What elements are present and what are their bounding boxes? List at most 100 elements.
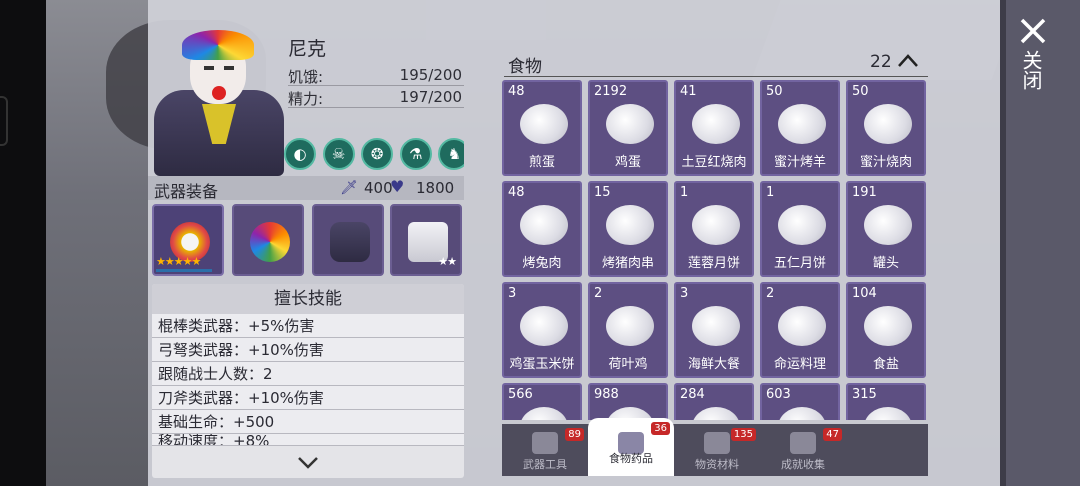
skull-icon[interactable]: ☠ (322, 138, 355, 170)
chevron-up-icon[interactable] (897, 52, 919, 68)
food-count: 22 (870, 52, 892, 72)
roast-meat-icon (864, 104, 912, 144)
food-item[interactable]: 566 (502, 383, 582, 420)
item-count: 15 (594, 185, 611, 200)
food-icon (778, 407, 826, 420)
axe-icon (532, 432, 558, 454)
tab-weapons-tools[interactable]: 89 武器工具 (502, 424, 588, 476)
item-count: 988 (594, 387, 619, 402)
food-item[interactable]: 2 命运料理 (760, 282, 840, 378)
skill-row: 基础生命：+500 (152, 410, 464, 434)
food-item[interactable]: 1 五仁月饼 (760, 181, 840, 277)
item-count: 3 (508, 286, 517, 301)
food-icon (692, 407, 740, 420)
item-name: 海鲜大餐 (687, 357, 740, 372)
chevron-down-icon[interactable] (296, 454, 320, 472)
skills-title: 擅长技能 (152, 284, 464, 314)
food-item[interactable]: 15 烤猪肉串 (588, 181, 668, 277)
weapon-stars: ★★★★★ (156, 255, 201, 268)
item-name: 蜜汁烤羊 (773, 155, 826, 170)
health-value: 1800 (416, 179, 455, 197)
food-item[interactable]: 41 土豆红烧肉 (674, 80, 754, 176)
close-icon[interactable] (1018, 16, 1048, 46)
close-button[interactable]: 关闭 (1019, 50, 1046, 90)
item-count: 284 (680, 387, 705, 402)
food-item[interactable]: 48 煎蛋 (502, 80, 582, 176)
brain-icon[interactable]: ❂ (361, 138, 394, 170)
item-count: 50 (766, 84, 783, 99)
corn-cake-icon (520, 306, 568, 346)
notch (0, 96, 8, 146)
food-item[interactable]: 3 海鲜大餐 (674, 282, 754, 378)
weapon-slot[interactable]: ★★★★★ (152, 204, 224, 276)
armor-icon (330, 222, 370, 262)
tab-label: 物资材料 (695, 458, 739, 471)
item-count: 191 (852, 185, 877, 200)
food-item[interactable]: 2 荷叶鸡 (588, 282, 668, 378)
skill-row: 弓弩类武器：+10%伤害 (152, 338, 464, 362)
food-item[interactable]: 50 蜜汁烤羊 (760, 80, 840, 176)
item-count: 566 (508, 387, 533, 402)
food-item[interactable]: 603 (760, 383, 840, 420)
attack-value: 400 (364, 179, 393, 197)
food-item[interactable]: 2192 鸡蛋 (588, 80, 668, 176)
item-name: 命运料理 (773, 357, 826, 372)
potion-icon[interactable]: ⚗ (399, 138, 432, 170)
item-name: 食盐 (872, 357, 899, 372)
food-item[interactable]: 988 (588, 383, 668, 420)
buff-row: ◐ ☠ ❂ ⚗ ♞ ◉ (284, 138, 464, 172)
pants-stars: ★★ (438, 255, 457, 268)
tab-badge: 135 (730, 428, 756, 441)
category-tabs: 89 武器工具 36 食物药品 135 物资材料 47 成就收集 (502, 418, 928, 476)
food-item[interactable]: 50 蜜汁烧肉 (846, 80, 926, 176)
braised-pork-icon (692, 104, 740, 144)
tab-achievements[interactable]: 47 成就收集 (760, 424, 846, 476)
item-name: 罐头 (872, 256, 899, 271)
item-name: 荷叶鸡 (608, 357, 648, 372)
tab-materials[interactable]: 135 物资材料 (674, 424, 760, 476)
screen-edge (0, 0, 46, 486)
item-count: 50 (852, 84, 869, 99)
item-name: 鸡蛋玉米饼 (509, 357, 575, 372)
item-count: 2192 (594, 84, 628, 99)
food-item[interactable]: 191 罐头 (846, 181, 926, 277)
food-item[interactable]: 1 莲蓉月饼 (674, 181, 754, 277)
food-item[interactable]: 315 (846, 383, 926, 420)
egg-icon (606, 104, 654, 144)
fried-egg-icon (520, 104, 568, 144)
item-count: 104 (852, 286, 877, 301)
salt-icon (864, 306, 912, 346)
item-count: 315 (852, 387, 877, 402)
durability-bar (156, 269, 212, 272)
item-name: 烤猪肉串 (601, 256, 654, 271)
eye (224, 66, 234, 70)
hunger-value: 195/200 (399, 66, 462, 84)
wood-icon (704, 432, 730, 454)
stomach-icon[interactable]: ◐ (284, 138, 316, 170)
tab-food-medicine[interactable]: 36 食物药品 (588, 418, 674, 476)
edge (1000, 0, 1006, 486)
item-name: 土豆红烧肉 (681, 155, 747, 170)
pants-slot[interactable]: ★★ (390, 204, 462, 276)
item-name: 莲蓉月饼 (687, 256, 740, 271)
seafood-icon (692, 306, 740, 346)
item-name: 鸡蛋 (614, 155, 641, 170)
skill-row: 移动速度：+8% (152, 434, 464, 446)
food-grid: 48 煎蛋 2192 鸡蛋 41 土豆红烧肉 50 蜜汁烤羊 50 蜜汁烧肉 48 烤兔肉 … (502, 80, 928, 420)
item-count: 48 (508, 84, 525, 99)
food-item[interactable]: 3 鸡蛋玉米饼 (502, 282, 582, 378)
wig-slot[interactable] (232, 204, 304, 276)
food-item[interactable]: 104 食盐 (846, 282, 926, 378)
can-icon (864, 205, 912, 245)
equipment-title: 武器装备 (154, 182, 219, 201)
divider (504, 76, 928, 77)
food-item[interactable]: 284 (674, 383, 754, 420)
skills-panel: 擅长技能 棍棒类武器：+5%伤害 弓弩类武器：+10%伤害 跟随战士人数：2 刀… (152, 284, 464, 478)
item-count: 1 (766, 185, 775, 200)
roast-rabbit-icon (520, 205, 568, 245)
tab-badge: 89 (565, 428, 584, 441)
wolf-icon[interactable]: ♞ (438, 138, 464, 170)
armor-slot[interactable] (312, 204, 384, 276)
wig-icon (250, 222, 290, 262)
food-item[interactable]: 48 烤兔肉 (502, 181, 582, 277)
